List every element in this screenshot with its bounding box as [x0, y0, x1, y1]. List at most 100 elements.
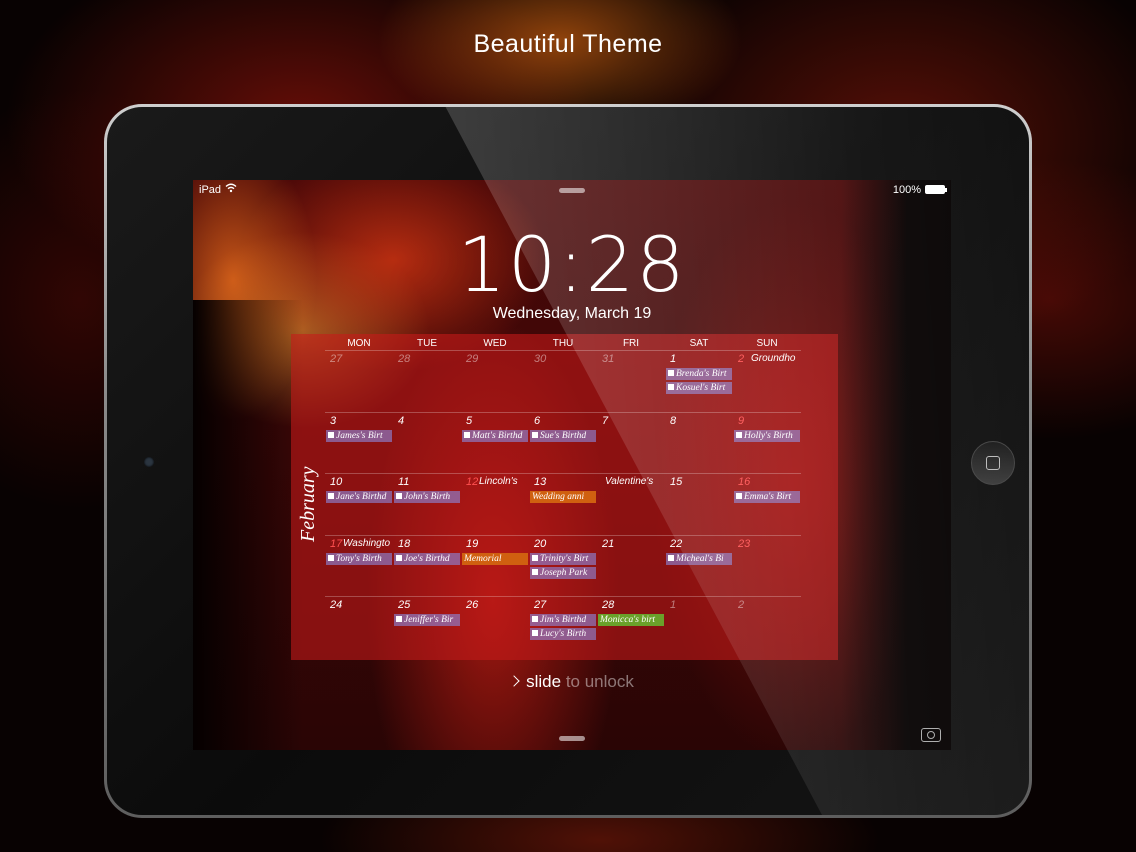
calendar-day-cell[interactable]: 5 Matt's Birthd [461, 411, 529, 474]
day-number: 22 [670, 537, 683, 550]
calendar-day-cell[interactable]: 6 Sue's Birthd [529, 411, 597, 474]
home-button[interactable] [971, 441, 1015, 485]
calendar-event[interactable]: Matt's Birthd [462, 429, 528, 442]
calendar-day-cell[interactable]: 3 James's Birt [325, 411, 393, 474]
gift-icon [396, 616, 402, 622]
day-number: 12 [466, 476, 479, 488]
calendar-day-cell[interactable]: 27 Jim's Birthd Lucy's Birth [529, 596, 597, 658]
calendar-day-cell[interactable]: 28 [393, 350, 461, 412]
calendar-widget[interactable]: February MON TUE WED THU FRI SAT SUN 27 28 29 30 31… [291, 334, 838, 660]
gift-icon [532, 554, 538, 561]
calendar-event[interactable]: Jeniffer's Bir [394, 614, 460, 626]
gift-icon [396, 493, 402, 499]
calendar-event[interactable]: Sue's Birthd [530, 429, 596, 442]
calendar-day-cell[interactable]: 17 Washingto Tony's Birth [325, 534, 393, 597]
calendar-event[interactable]: Emma's Birt [734, 491, 800, 503]
day-number: 31 [602, 353, 615, 365]
calendar-day-cell[interactable]: 26 [461, 596, 529, 658]
gift-icon [328, 493, 334, 499]
holiday-label: Lincoln's [479, 476, 518, 487]
calendar-day-cell[interactable]: 12 Lincoln's [461, 473, 529, 535]
calendar-day-cell[interactable]: 23 [733, 534, 801, 597]
calendar-event[interactable]: Lucy's Birth [530, 628, 596, 640]
day-number: 17 [330, 537, 343, 550]
calendar-day-cell[interactable]: 24 [325, 596, 393, 658]
day-number: 4 [398, 414, 405, 427]
gift-icon [736, 493, 742, 499]
calendar-event[interactable]: Wedding anni [530, 491, 596, 503]
calendar-day-cell[interactable]: Valentine's [597, 473, 665, 535]
calendar-event[interactable]: Brenda's Birt [666, 368, 732, 380]
day-number: 1 [670, 599, 677, 611]
calendar-day-cell[interactable]: 28 Monicca's birt [597, 596, 665, 658]
camera-icon[interactable] [921, 728, 941, 742]
calendar-day-cell[interactable]: 30 [529, 350, 597, 412]
lock-screen: iPad 100% 10:28 Wednesday, March 19 Febr… [193, 180, 951, 750]
calendar-day-cell[interactable]: 11 John's Birth [393, 473, 461, 535]
calendar-day-cell[interactable]: 2 Groundho [733, 350, 801, 412]
slide-rest: to unlock [561, 672, 634, 691]
calendar-event[interactable]: Holly's Birth [734, 429, 800, 442]
calendar-day-cell[interactable]: 13 Wedding anni [529, 473, 597, 535]
day-number: 29 [466, 353, 479, 365]
calendar-day-cell[interactable]: 20 Trinity's Birt Joseph Park [529, 534, 597, 597]
day-number: 27 [330, 353, 343, 365]
calendar-day-cell[interactable]: 7 [597, 411, 665, 474]
day-number: 27 [534, 599, 547, 611]
calendar-day-cell[interactable]: 8 [665, 411, 733, 474]
calendar-day-cell[interactable]: 22 Micheal's Bi [665, 534, 733, 597]
chevron-right-icon [508, 675, 520, 687]
calendar-day-cell[interactable]: 10 Jane's Birthd [325, 473, 393, 535]
day-number: 21 [602, 537, 615, 550]
calendar-event[interactable]: Jim's Birthd [530, 614, 596, 626]
holiday-label: Valentine's [605, 476, 654, 487]
slide-to-unlock[interactable]: slide to unlock [193, 672, 951, 692]
day-number: 26 [466, 599, 479, 611]
gift-icon [668, 370, 674, 376]
calendar-event[interactable]: Jane's Birthd [326, 491, 392, 503]
day-number: 13 [534, 476, 547, 488]
clock-date: Wednesday, March 19 [492, 305, 652, 322]
calendar-event[interactable]: Memorial [462, 552, 528, 565]
calendar-day-cell[interactable]: 1 [665, 596, 733, 658]
calendar-day-cell[interactable]: 31 [597, 350, 665, 412]
calendar-day-cell[interactable]: 27 [325, 350, 393, 412]
calendar-event[interactable]: Joe's Birthd [394, 552, 460, 565]
calendar-event[interactable]: Micheal's Bi [666, 552, 732, 565]
gift-icon [532, 616, 538, 622]
calendar-event[interactable]: Trinity's Birt [530, 552, 596, 565]
day-number: 20 [534, 537, 547, 550]
calendar-day-cell[interactable]: 15 [665, 473, 733, 535]
calendar-day-cell[interactable]: 16 Emma's Birt [733, 473, 801, 535]
calendar-day-cell[interactable]: 1 Brenda's Birt Kosuel's Birt [665, 350, 733, 412]
gift-icon [736, 431, 742, 438]
day-number: 2 [738, 599, 745, 611]
day-number: 8 [670, 414, 677, 427]
calendar-event[interactable]: Monicca's birt [598, 614, 664, 626]
calendar-day-cell[interactable]: 4 [393, 411, 461, 474]
calendar-day-cell[interactable]: 19 Memorial [461, 534, 529, 597]
calendar-day-cell[interactable]: 21 [597, 534, 665, 597]
calendar-day-cell[interactable]: 29 [461, 350, 529, 412]
notification-grabber[interactable] [559, 188, 585, 193]
control-center-grabber[interactable] [559, 736, 585, 741]
day-number: 16 [738, 476, 751, 488]
calendar-event[interactable]: James's Birt [326, 429, 392, 442]
day-number: 9 [738, 414, 745, 427]
calendar-event[interactable]: Joseph Park [530, 566, 596, 579]
calendar-event[interactable]: Kosuel's Birt [666, 382, 732, 394]
clock-time: 10:28 [457, 220, 687, 309]
day-number: 7 [602, 414, 609, 427]
day-number: 3 [330, 414, 337, 427]
gift-icon [532, 568, 538, 575]
calendar-event[interactable]: John's Birth [394, 491, 460, 503]
battery-icon [925, 185, 947, 194]
day-number: 23 [738, 537, 751, 550]
calendar-day-cell[interactable]: 18 Joe's Birthd [393, 534, 461, 597]
calendar-day-cell[interactable]: 25 Jeniffer's Bir [393, 596, 461, 658]
calendar-event[interactable]: Tony's Birth [326, 552, 392, 565]
calendar-day-cell[interactable]: 2 [733, 596, 801, 658]
gift-icon [532, 630, 538, 636]
weekday-header: SUN [756, 338, 778, 349]
calendar-day-cell[interactable]: 9 Holly's Birth [733, 411, 801, 474]
